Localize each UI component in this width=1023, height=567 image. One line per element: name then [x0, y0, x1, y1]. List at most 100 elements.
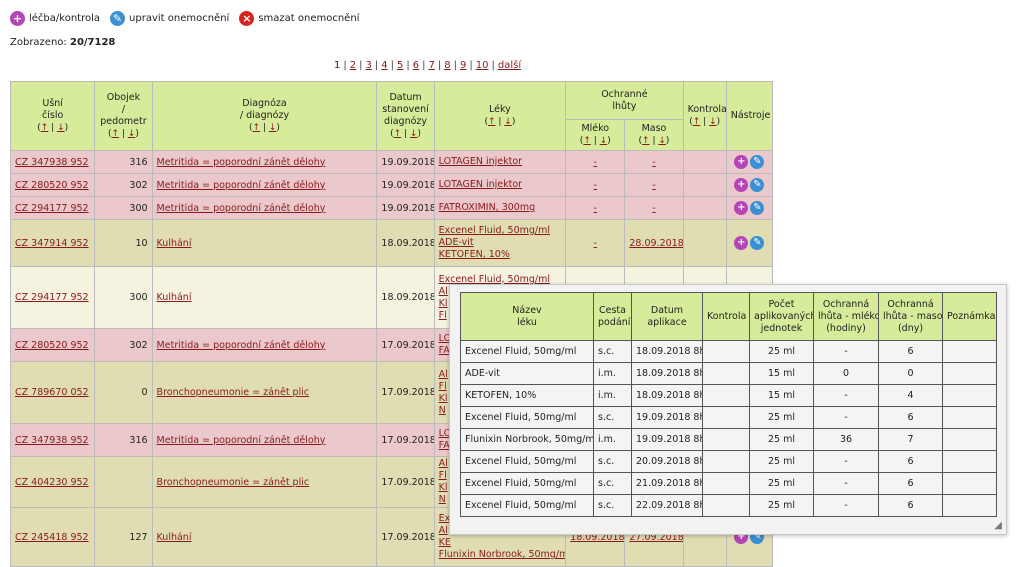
- col-date-line3: diagnózy: [384, 116, 428, 127]
- ear-number-link[interactable]: CZ 404230 952: [15, 477, 89, 488]
- ear-number-link[interactable]: CZ 280520 952: [15, 180, 89, 191]
- pencil-icon[interactable]: ✎: [750, 178, 765, 192]
- detail-route: i.m.: [593, 384, 632, 407]
- ear-number-link[interactable]: CZ 347938 952: [15, 435, 89, 446]
- plus-icon[interactable]: +: [734, 178, 749, 192]
- pencil-icon[interactable]: ✎: [750, 155, 765, 169]
- pencil-icon[interactable]: ✎: [750, 201, 765, 215]
- plus-icon[interactable]: +: [734, 236, 749, 250]
- det-col-date: Datum aplikace: [631, 292, 703, 341]
- detail-units: 25 ml: [749, 340, 814, 363]
- diagnosis-link[interactable]: Kulhání: [157, 238, 192, 249]
- sort-meds-down[interactable]: ↓: [504, 117, 512, 127]
- sort-milk-down[interactable]: ↓: [600, 136, 608, 146]
- detail-note: [942, 494, 997, 517]
- medication-link[interactable]: LOTAGEN injektor: [439, 179, 562, 191]
- diagnosis-link[interactable]: Metritida = poporodní zánět dělohy: [157, 203, 326, 214]
- detail-units: 15 ml: [749, 384, 814, 407]
- detail-route: i.m.: [593, 428, 632, 451]
- page-link-3[interactable]: 4: [381, 60, 387, 71]
- collar-cell: 10: [94, 219, 153, 267]
- pencil-icon[interactable]: ✎: [750, 236, 765, 250]
- ear-number-link[interactable]: CZ 347914 952: [15, 238, 89, 249]
- diagnosis-link[interactable]: Bronchopneumonie = zánět plic: [157, 387, 310, 398]
- page-link-7[interactable]: 8: [444, 60, 450, 71]
- diagnosis-date: 17.09.2018: [376, 361, 435, 424]
- plus-icon[interactable]: +: [734, 201, 749, 215]
- page-separator: |: [359, 60, 363, 71]
- diagnosis-link[interactable]: Metritida = poporodní zánět dělohy: [157, 180, 326, 191]
- col-collar-line1: Obojek: [106, 92, 141, 103]
- tools-cell: +✎: [725, 219, 774, 267]
- ear-number-link[interactable]: CZ 280520 952: [15, 340, 89, 351]
- sort-ear-down[interactable]: ↓: [57, 123, 65, 133]
- ear-number-link[interactable]: CZ 294177 952: [15, 203, 89, 214]
- ear-number-link[interactable]: CZ 347938 952: [15, 157, 89, 168]
- detail-meat: 6: [878, 450, 943, 473]
- detail-med-name: Excenel Fluid, 50mg/ml: [460, 406, 594, 429]
- det-col-milk-line3: (hodiny): [826, 322, 866, 334]
- detail-note: [942, 340, 997, 363]
- resize-grip-icon[interactable]: ◢: [994, 520, 1002, 531]
- page-link-8[interactable]: 9: [460, 60, 466, 71]
- page-link-2[interactable]: 3: [366, 60, 372, 71]
- page-link-1[interactable]: 2: [350, 60, 356, 71]
- pencil-icon[interactable]: ✎: [110, 11, 126, 26]
- sort-collar-up[interactable]: ↑: [111, 129, 119, 139]
- medication-link[interactable]: Excenel Fluid, 50mg/ml: [439, 225, 562, 237]
- detail-units: 15 ml: [749, 362, 814, 385]
- medications-cell: Excenel Fluid, 50mg/ml ADE-vit KETOFEN, 10…: [433, 219, 567, 267]
- ear-number-link[interactable]: CZ 294177 952: [15, 292, 89, 303]
- sort-date-down[interactable]: ↓: [410, 129, 418, 139]
- medication-link[interactable]: KETOFEN, 10%: [439, 249, 562, 261]
- delete-disease-label[interactable]: smazat onemocnění: [258, 13, 359, 24]
- medication-link[interactable]: Flunixin Norbrook, 50mg/ml: [439, 549, 565, 561]
- page-next-link[interactable]: další: [498, 60, 521, 71]
- ear-number-link[interactable]: CZ 789670 052: [15, 387, 89, 398]
- meat-period-value[interactable]: 28.09.2018: [629, 238, 682, 249]
- diagnosis-link[interactable]: Kulhání: [157, 292, 192, 303]
- sort-meat-down[interactable]: ↓: [658, 136, 666, 146]
- page-link-6[interactable]: 7: [429, 60, 435, 71]
- page-link-0[interactable]: 1: [334, 60, 340, 71]
- page-link-4[interactable]: 5: [397, 60, 403, 71]
- detail-meat: 6: [878, 472, 943, 495]
- det-col-milk: Ochranná lhůta - mléko (hodiny): [813, 292, 879, 341]
- col-milk-label: Mléko: [581, 123, 610, 134]
- detail-date: 20.09.2018 8h: [631, 450, 703, 473]
- detail-units: 25 ml: [749, 450, 814, 473]
- sort-meat-up[interactable]: ↑: [642, 136, 650, 146]
- diagnosis-link[interactable]: Metritida = poporodní zánět dělohy: [157, 435, 326, 446]
- plus-icon[interactable]: +: [10, 11, 25, 26]
- add-treatment-label[interactable]: léčba/kontrola: [29, 13, 100, 24]
- det-col-milk-line1: Ochranná: [822, 298, 870, 310]
- collar-cell: 302: [94, 328, 153, 362]
- sort-milk-up[interactable]: ↑: [583, 136, 591, 146]
- detail-date: 18.09.2018 8h: [631, 340, 703, 363]
- diagnosis-link[interactable]: Kulhání: [157, 532, 192, 543]
- det-col-meat-line1: Ochranná: [887, 298, 934, 310]
- edit-disease-label[interactable]: upravit onemocnění: [129, 13, 229, 24]
- page-link-5[interactable]: 6: [413, 60, 419, 71]
- diagnosis-link[interactable]: Metritida = poporodní zánět dělohy: [157, 340, 326, 351]
- medication-link[interactable]: LOTAGEN injektor: [439, 156, 562, 168]
- medication-link[interactable]: ADE-vit: [439, 237, 562, 249]
- medication-link[interactable]: KE: [439, 537, 562, 549]
- sort-ear-up[interactable]: ↑: [41, 123, 49, 133]
- detail-milk: -: [813, 340, 879, 363]
- sort-check-up[interactable]: ↑: [693, 117, 701, 127]
- close-icon[interactable]: ×: [239, 11, 255, 26]
- diagnosis-date: 17.09.2018: [376, 423, 435, 457]
- sort-collar-down[interactable]: ↓: [128, 129, 136, 139]
- page-link-9[interactable]: 10: [476, 60, 489, 71]
- plus-icon[interactable]: +: [734, 155, 749, 169]
- ear-number-link[interactable]: CZ 245418 952: [15, 532, 89, 543]
- medication-link[interactable]: FATROXIMIN, 300mg: [439, 202, 562, 214]
- sort-diag-down[interactable]: ↓: [269, 123, 277, 133]
- diagnosis-link[interactable]: Metritida = poporodní zánět dělohy: [157, 157, 326, 168]
- diagnosis-link[interactable]: Bronchopneumonie = zánět plic: [157, 477, 310, 488]
- sort-diag-up[interactable]: ↑: [253, 123, 261, 133]
- sort-check-down[interactable]: ↓: [709, 117, 717, 127]
- sort-meds-up[interactable]: ↑: [488, 117, 496, 127]
- sort-date-up[interactable]: ↑: [394, 129, 402, 139]
